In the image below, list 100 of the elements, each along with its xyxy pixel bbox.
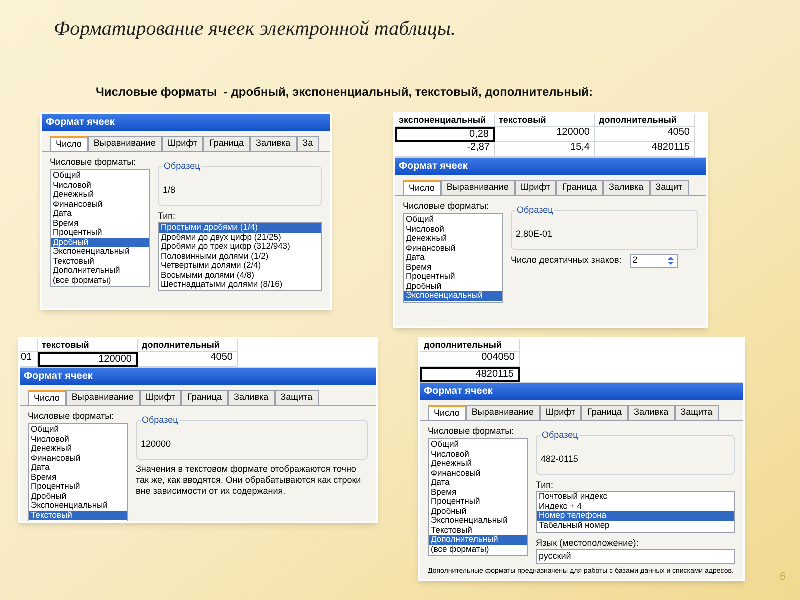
table-cell[interactable]: -2,87 [395, 142, 495, 157]
list-item[interactable]: Номер телефона [537, 511, 734, 520]
list-item[interactable]: Экспоненциальный [429, 516, 527, 526]
list-item[interactable]: Процентный [429, 497, 527, 506]
tab[interactable]: Защит [650, 180, 689, 195]
window-title: Формат ячеек [399, 160, 468, 174]
list-item[interactable]: Дробный [404, 282, 502, 291]
tab[interactable]: Выравнивание [66, 390, 140, 405]
type-list[interactable]: Почтовый индекс Индекс + 4 Номер телефона Табельный номер [536, 491, 735, 533]
tab[interactable]: Выравнивание [466, 405, 540, 420]
tab[interactable]: Шрифт [162, 136, 204, 151]
tab[interactable]: Граница [556, 180, 604, 195]
tab[interactable]: Граница [181, 390, 228, 405]
tab[interactable]: За [296, 136, 320, 151]
list-item[interactable]: Денежный [51, 190, 149, 200]
tab[interactable]: Граница [581, 405, 628, 420]
type-list[interactable]: Простыми дробями (1/4) Дробями до двух цифр (21/25) Дробями до трех цифр (312/943) Половинными долями (1/2) Четвертыми долями (2/4) Восьмыми долями (4/8) Шестнадцатыми долями (8/16) [158, 222, 322, 290]
table-cell[interactable]: 0,28 [395, 127, 495, 142]
list-item[interactable]: Дополнительный [51, 266, 149, 276]
list-item[interactable]: Процентный [51, 228, 149, 238]
list-item[interactable]: Денежный [429, 459, 527, 468]
table-cell[interactable]: 4050 [138, 352, 238, 367]
table-cell[interactable]: 120000 [38, 352, 138, 367]
table-cell[interactable]: 4820115 [595, 142, 695, 157]
list-item[interactable]: Процентный [404, 272, 502, 282]
table-cell[interactable]: 15,4 [495, 142, 595, 157]
formats-list[interactable]: Общий Числовой Денежный Финансовый Дата Время Процентный Дробный Экспоненциальный Текстовый [28, 423, 128, 521]
tab[interactable]: Число [28, 390, 66, 405]
tab[interactable]: Число [50, 136, 88, 151]
list-item[interactable]: (все форматы) [51, 276, 149, 285]
list-item[interactable]: Числовой [29, 434, 127, 444]
tab[interactable]: Заливка [250, 136, 297, 151]
spinner-arrows-icon[interactable] [666, 256, 675, 266]
list-item[interactable]: Шестнадцатыми долями (8/16) [159, 280, 321, 290]
list-item[interactable]: Время [404, 262, 502, 272]
list-item[interactable]: Дата [29, 463, 127, 472]
table-cell[interactable]: 01 [20, 352, 38, 367]
sample-label: Образец [163, 160, 202, 174]
tab[interactable]: Заливка [628, 405, 675, 420]
table-cell[interactable]: 004050 [420, 352, 520, 367]
tab[interactable]: Шрифт [540, 405, 582, 420]
list-item[interactable]: Денежный [404, 234, 502, 244]
list-item[interactable]: Время [429, 488, 527, 497]
table-cell[interactable]: 120000 [495, 127, 595, 142]
tab[interactable]: Число [403, 180, 441, 195]
list-item[interactable]: Финансовый [51, 200, 149, 209]
decimals-spinner[interactable]: 2 [630, 254, 678, 268]
list-item[interactable]: Дробями до трех цифр (312/943) [159, 242, 321, 252]
list-item[interactable]: Числовой [429, 450, 527, 459]
list-item[interactable]: Дата [429, 478, 527, 488]
tab[interactable]: Шрифт [514, 180, 556, 195]
tab[interactable]: Выравнивание [88, 136, 162, 151]
list-item[interactable]: Числовой [404, 224, 502, 234]
list-item[interactable]: Текстовый [51, 256, 149, 266]
list-item[interactable]: Финансовый [429, 468, 527, 478]
list-item[interactable]: Дробями до двух цифр (21/25) [159, 232, 321, 242]
list-item[interactable]: Денежный [29, 444, 127, 454]
list-item[interactable]: Индекс + 4 [537, 502, 734, 511]
table-cell[interactable]: 4820115 [420, 367, 520, 382]
list-item[interactable]: Дробный [429, 506, 527, 516]
list-item[interactable]: Табельный номер [537, 520, 734, 530]
list-item[interactable]: Половинными долями (1/2) [159, 252, 321, 261]
tab[interactable]: Число [428, 405, 466, 420]
list-item[interactable]: Время [29, 472, 127, 482]
list-item[interactable]: Дробный [51, 238, 149, 247]
list-item[interactable]: Текстовый [29, 510, 127, 520]
list-item[interactable]: Общий [51, 171, 149, 180]
tab[interactable]: Выравнивание [440, 180, 515, 195]
list-item[interactable]: Дополнительный [429, 535, 527, 544]
list-item[interactable]: Простыми дробями (1/4) [159, 223, 321, 232]
tab[interactable]: Заливка [603, 180, 650, 195]
list-item[interactable]: Общий [404, 215, 502, 224]
locale-dropdown[interactable]: русский [536, 549, 735, 564]
list-item[interactable]: Финансовый [29, 454, 127, 463]
table-cell[interactable]: 4050 [595, 127, 695, 142]
tab[interactable]: Защита [274, 390, 319, 405]
tab[interactable]: Защита [674, 405, 719, 420]
list-item[interactable]: Экспоненциальный [29, 501, 127, 510]
list-item[interactable]: Финансовый [404, 244, 502, 253]
list-item[interactable]: Восьмыми долями (4/8) [159, 270, 321, 280]
list-item[interactable]: Дата [404, 253, 502, 262]
list-item[interactable]: Почтовый индекс [537, 492, 734, 502]
list-item[interactable]: Текстовый [429, 526, 527, 535]
list-item[interactable]: (все форматы) [429, 544, 527, 554]
list-item[interactable]: Экспоненциальный [404, 291, 502, 300]
list-item[interactable]: Общий [29, 425, 127, 434]
formats-list[interactable]: Общий Числовой Денежный Финансовый Дата Время Процентный Дробный Экспоненциальный Текстовый Дополнительный (все форматы) [428, 438, 528, 556]
formats-list[interactable]: Общий Числовой Денежный Финансовый Дата Время Процентный Дробный Экспоненциальный Текстовый Дополнительный (все форматы) [50, 169, 150, 287]
list-item[interactable]: Дробный [29, 492, 127, 501]
list-item[interactable]: Время [51, 218, 149, 228]
list-item[interactable]: Экспоненциальный [51, 247, 149, 256]
tab[interactable]: Граница [203, 136, 250, 151]
formats-list[interactable]: Общий Числовой Денежный Финансовый Дата Время Процентный Дробный Экспоненциальный [403, 213, 503, 302]
list-item[interactable]: Общий [429, 440, 527, 450]
list-item[interactable]: Числовой [51, 180, 149, 190]
list-item[interactable]: Дата [51, 209, 149, 218]
list-item[interactable]: Процентный [29, 482, 127, 492]
list-item[interactable]: Четвертыми долями (2/4) [159, 261, 321, 270]
tab[interactable]: Заливка [228, 390, 275, 405]
tab[interactable]: Шрифт [140, 390, 182, 405]
